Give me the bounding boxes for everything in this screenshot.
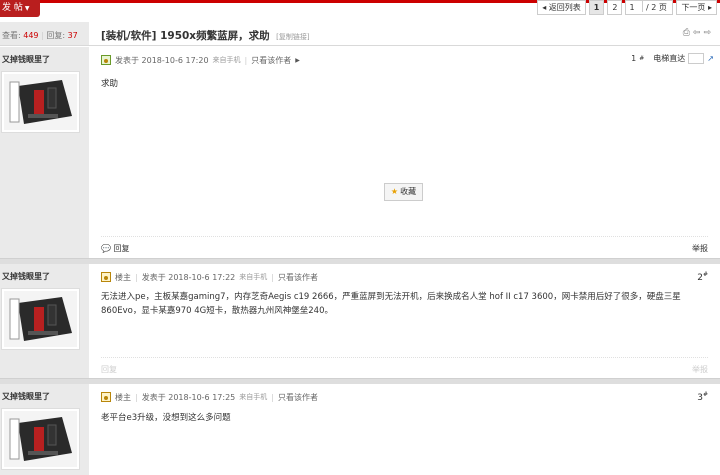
only-author-link[interactable]: 只看该作者	[278, 392, 318, 403]
reply-button[interactable]: 回复	[101, 364, 117, 375]
thread-title-bar: [装机/软件] 1950x频繁蓝屏，求助 [复制链接] ⎙⇦⇨	[89, 22, 720, 46]
separator: |	[135, 272, 138, 282]
next-thread-icon[interactable]: ⇨	[703, 28, 714, 38]
prev-thread-icon[interactable]: ⇦	[693, 28, 704, 38]
next-page-button[interactable]: 下一页 ▸	[676, 0, 717, 15]
views-count: 449	[23, 31, 39, 40]
back-to-list-button[interactable]: ◂ 返回列表	[537, 0, 586, 15]
replies-count: 37	[67, 31, 78, 40]
arrow-right-icon: ▶	[295, 56, 300, 64]
only-author-link[interactable]: 只看该作者	[278, 272, 318, 283]
page-jump-value: 1	[629, 1, 644, 12]
op-icon	[101, 392, 111, 402]
reply-button[interactable]: 💬 回复	[101, 243, 130, 254]
author-name[interactable]: 又掉钱眼里了	[2, 271, 50, 282]
floor-number: 1	[631, 54, 637, 63]
post-author-panel: 又掉钱眼里了	[0, 384, 89, 475]
page-jump-input[interactable]: 1 / 2 页	[625, 0, 674, 15]
post-1: 又掉钱眼里了 发表于 2018-10-6 17:20 来自手机 | 只看该作者 …	[0, 47, 720, 258]
post-content: 求助	[101, 79, 119, 89]
floor-number: 3#	[697, 391, 708, 403]
pager: ◂ 返回列表 1 2 1 / 2 页 下一页 ▸	[537, 0, 717, 15]
post-date: 发表于 2018-10-6 17:22	[141, 272, 236, 282]
favorite-label: 收藏	[400, 187, 417, 196]
elevator-input[interactable]	[688, 53, 705, 64]
post-content: 老平台e3升级，没想到这么多问题	[101, 413, 231, 423]
post-3: 又掉钱眼里了 楼主 | 发表于 2018-10-6 17:25 来自手机 | 只…	[0, 384, 720, 475]
go-arrow-icon[interactable]: ↗	[707, 54, 714, 63]
separator: |	[271, 392, 274, 402]
thread-stats: 查看: 449 | 回复: 37	[0, 22, 89, 46]
separator: |	[135, 392, 138, 402]
views-label: 查看:	[2, 31, 21, 40]
thread-title: [装机/软件] 1950x频繁蓝屏，求助	[101, 30, 270, 42]
new-post-label: 发 帖	[2, 3, 23, 13]
post-author-panel: 又掉钱眼里了	[0, 264, 89, 378]
post-body: 楼主 | 发表于 2018-10-6 17:22 来自手机 | 只看该作者 2#…	[89, 264, 720, 378]
top-bar: 发 帖 ▼ ◂ 返回列表 1 2 1 / 2 页 下一页 ▸	[0, 0, 720, 22]
avatar[interactable]	[1, 288, 80, 350]
post-source: 来自手机	[239, 273, 268, 281]
post-content: 无法进入pe，主板某嘉gaming7，内存芝奇Aegis c19 2666，严重…	[101, 292, 681, 316]
separator: |	[271, 272, 274, 282]
author-icon	[101, 55, 111, 65]
op-tag: 楼主	[115, 272, 131, 282]
post-meta: 楼主 | 发表于 2018-10-6 17:25 来自手机 | 只看该作者	[101, 391, 318, 403]
post-2: 又掉钱眼里了 楼主 | 发表于 2018-10-6 17:22 来自手机 | 只…	[0, 264, 720, 378]
avatar[interactable]	[1, 71, 80, 133]
author-name[interactable]: 又掉钱眼里了	[2, 54, 50, 65]
elevator: 1 # 电梯直达 ↗	[631, 53, 714, 64]
op-icon	[101, 272, 111, 282]
post-source: 来自手机	[239, 393, 268, 401]
op-tag: 楼主	[115, 392, 131, 402]
report-button[interactable]: 举报	[692, 243, 708, 254]
caret-down-icon: ▼	[24, 5, 30, 12]
post-footer: 💬 回复 举报	[101, 236, 708, 258]
post-body: 发表于 2018-10-6 17:20 来自手机 | 只看该作者 ▶ 1 # 电梯…	[89, 47, 720, 258]
page-total-label: / 2 页	[645, 3, 667, 12]
favorite-button[interactable]: ★ 收藏	[384, 183, 423, 201]
star-icon: ★	[390, 187, 399, 196]
floor-suffix: #	[702, 391, 708, 398]
post-author-panel: 又掉钱眼里了	[0, 47, 89, 258]
only-author-link[interactable]: 只看该作者	[251, 55, 291, 66]
avatar[interactable]	[1, 408, 80, 470]
post-meta: 发表于 2018-10-6 17:20 来自手机 | 只看该作者 ▶	[101, 54, 300, 66]
floor-suffix: #	[702, 271, 708, 278]
thread-tools: ⎙⇦⇨	[683, 28, 714, 38]
post-body: 楼主 | 发表于 2018-10-6 17:25 来自手机 | 只看该作者 3#…	[89, 384, 720, 475]
floor-number: 2#	[697, 271, 708, 283]
author-name[interactable]: 又掉钱眼里了	[2, 391, 50, 402]
post-date: 发表于 2018-10-6 17:20	[115, 55, 209, 65]
new-post-button[interactable]: 发 帖 ▼	[0, 0, 40, 17]
post-footer: 回复 举报	[101, 357, 708, 379]
reply-label: 回复	[113, 244, 130, 253]
post-source: 来自手机	[212, 56, 241, 64]
post-date: 发表于 2018-10-6 17:25	[141, 392, 236, 402]
page-2-button[interactable]: 2	[607, 0, 623, 15]
replies-label: 回复:	[46, 31, 66, 40]
print-icon[interactable]: ⎙	[683, 28, 693, 38]
reply-icon: 💬	[101, 244, 111, 253]
floor-suffix: #	[639, 55, 645, 62]
report-button[interactable]: 举报	[692, 364, 708, 375]
page-1-button[interactable]: 1	[588, 0, 605, 15]
post-meta: 楼主 | 发表于 2018-10-6 17:22 来自手机 | 只看该作者	[101, 271, 318, 283]
elevator-label: 电梯直达	[653, 54, 686, 63]
separator: |	[244, 55, 248, 65]
copy-link-button[interactable]: [复制链接]	[276, 33, 309, 41]
